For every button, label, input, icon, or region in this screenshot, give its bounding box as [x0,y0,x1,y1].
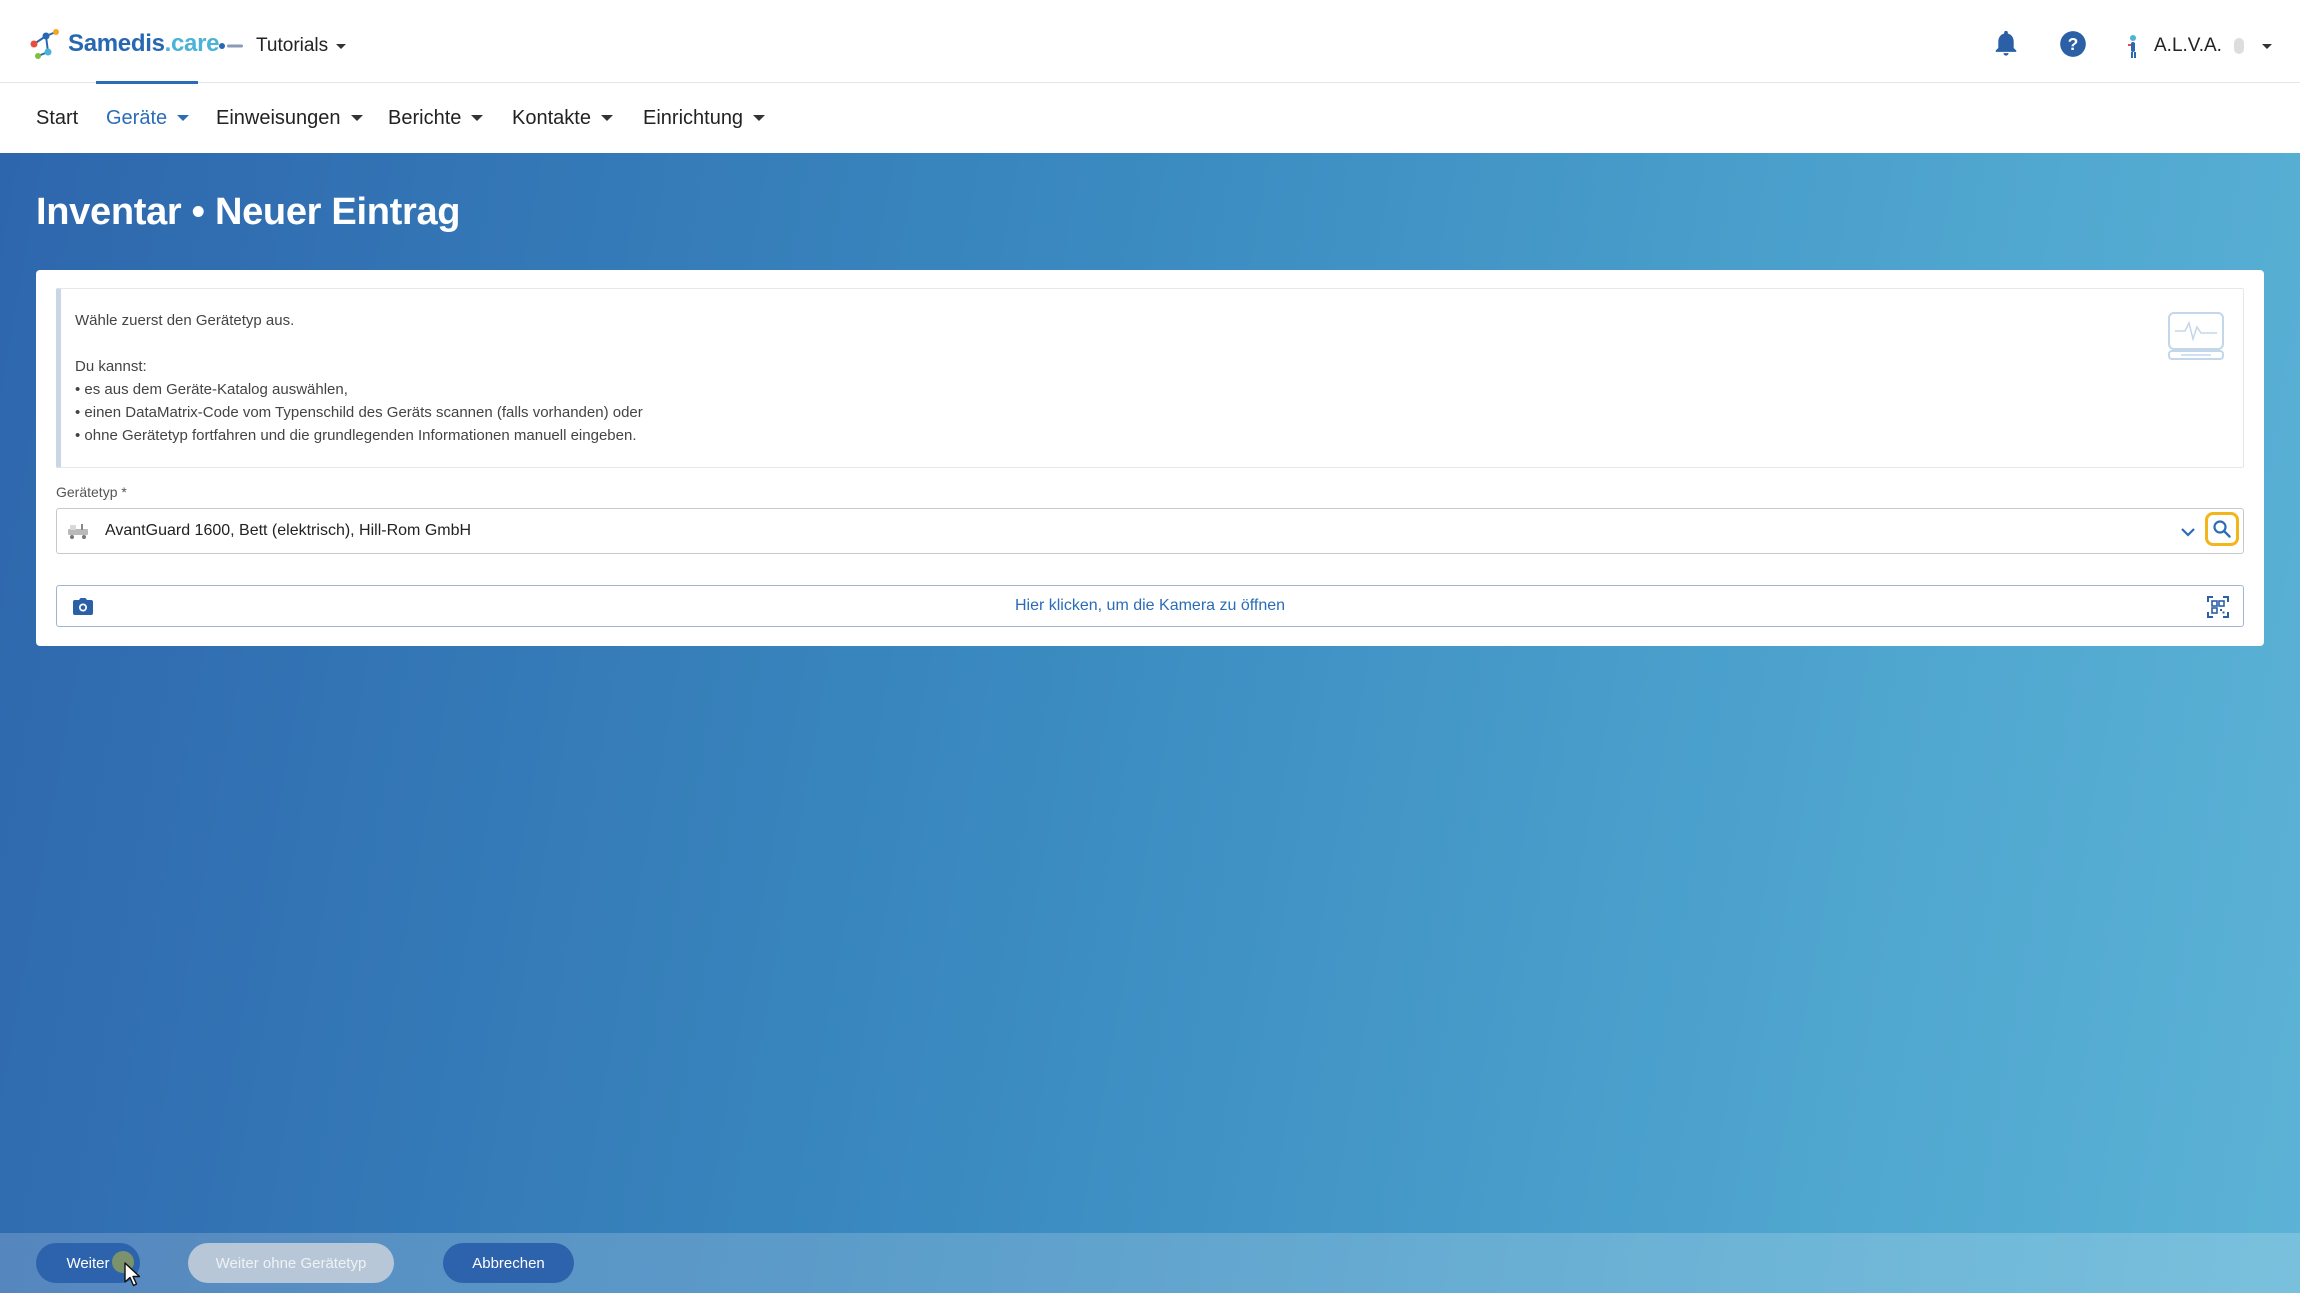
nav-item-einweisungen[interactable]: Einweisungen [216,103,363,133]
chevron-down-icon [336,43,347,49]
camera-prompt: Hier klicken, um die Kamera zu öffnen [1014,597,1286,614]
continue-without-type-button[interactable]: Weiter ohne Gerätetyp [188,1243,394,1283]
bell-icon[interactable] [1992,30,2020,58]
info-bullet: • einen DataMatrix-Code vom Typenschild … [75,404,643,421]
search-catalog-button[interactable] [2205,512,2239,546]
nav-item-label: Start [36,106,79,129]
cancel-button[interactable]: Abbrechen [443,1243,574,1283]
svg-text:?: ? [2068,34,2079,54]
chevron-down-icon [471,115,484,121]
medical-device-monitor-icon [2168,312,2224,360]
action-bar: Weiter Weiter ohne Gerätetyp Abbrechen [0,1233,2300,1293]
tenant-switcher[interactable]: Tutorials [218,28,347,64]
nav-item-label: Einrichtung [643,106,744,129]
nav-item-geraete[interactable]: Geräte [106,103,190,133]
device-thumbnail-icon [68,524,88,539]
chevron-down-icon [2261,43,2272,49]
nav-item-label: Berichte [388,106,462,129]
nav-item-kontakte[interactable]: Kontakte [512,103,613,133]
user-figure-icon [2128,35,2136,58]
nav-item-einrichtung[interactable]: Einrichtung [643,103,766,133]
tenant-logo-icon [219,43,243,49]
main-content: Inventar • Neuer Eintrag Wähle zuerst de… [0,153,2300,1293]
device-type-select[interactable]: AvantGuard 1600, Bett (elektrisch), Hill… [56,508,2244,554]
nav-item-berichte[interactable]: Berichte [388,103,484,133]
user-avatar [2233,38,2244,54]
active-tab-indicator [96,81,198,84]
chevron-down-icon[interactable] [2179,523,2197,541]
chevron-down-icon [177,115,190,121]
mouse-pointer-icon [124,1262,141,1287]
samedis-logo[interactable]: Samedis.care [26,24,219,64]
qr-scan-icon [2207,596,2229,618]
device-type-value: AvantGuard 1600, Bett (elektrisch), Hill… [105,522,472,539]
nav-item-label: Einweisungen [216,106,341,129]
search-icon [2213,520,2231,538]
info-bullet: • ohne Gerätetyp fortfahren und die grun… [75,427,637,444]
user-name: A.L.V.A. [2154,35,2222,56]
main-navigation: Start Geräte Einweisungen Berichte Konta… [0,83,2300,153]
page-title: Inventar • Neuer Eintrag [36,191,461,233]
chevron-down-icon [600,115,613,121]
nav-item-label: Kontakte [512,106,591,129]
chevron-down-icon [350,115,363,121]
device-type-label: Gerätetyp * [56,484,127,500]
nav-item-start[interactable]: Start [36,103,78,133]
nav-item-label: Geräte [106,106,168,129]
open-camera-button[interactable]: Hier klicken, um die Kamera zu öffnen [56,585,2244,627]
info-line: Wähle zuerst den Gerätetyp aus. [75,312,295,329]
brand-name: Samedis.care [68,30,220,57]
info-line: Du kannst: [75,358,147,375]
tenant-label: Tutorials [256,35,329,56]
logo-molecule-icon [30,29,59,59]
info-bullet: • es aus dem Geräte-Katalog auswählen, [75,381,348,398]
chevron-down-icon [753,115,766,121]
device-type-card: Wähle zuerst den Gerätetyp aus. Du kanns… [36,270,2264,646]
top-header: Samedis.care Tutorials ? A.L.V.A. [0,0,2300,83]
help-circle-icon[interactable]: ? [2059,30,2087,58]
user-menu[interactable]: A.L.V.A. [2122,28,2272,64]
info-box: Wähle zuerst den Gerätetyp aus. Du kanns… [56,288,2244,468]
